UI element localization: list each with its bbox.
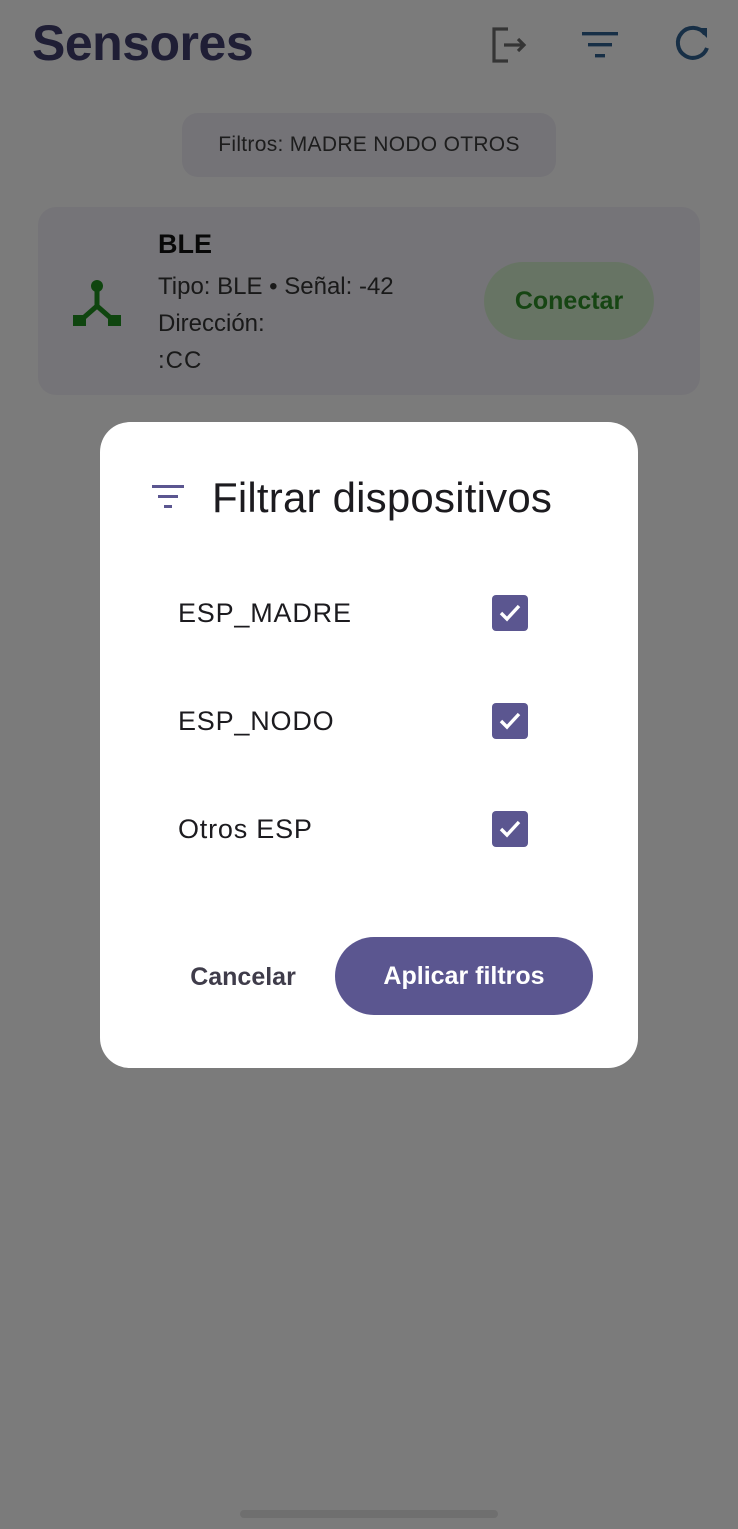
checkbox-madre[interactable] — [492, 595, 528, 631]
filter-dialog: Filtrar dispositivos ESP_MADRE ESP_NODO … — [100, 422, 638, 1068]
check-icon — [499, 712, 521, 730]
filter-option-otros[interactable]: Otros ESP — [178, 799, 528, 859]
dialog-title: Filtrar dispositivos — [212, 474, 553, 521]
apply-filters-button[interactable]: Aplicar filtros — [335, 937, 593, 1015]
checkbox-nodo[interactable] — [492, 703, 528, 739]
check-icon — [499, 820, 521, 838]
filter-list-icon — [148, 482, 188, 512]
filter-option-madre[interactable]: ESP_MADRE — [178, 583, 528, 643]
filter-option-label: ESP_MADRE — [178, 597, 352, 628]
filter-option-label: Otros ESP — [178, 813, 313, 844]
cancel-button[interactable]: Cancelar — [178, 942, 308, 1012]
filter-option-label: ESP_NODO — [178, 705, 335, 736]
checkbox-otros[interactable] — [492, 811, 528, 847]
filter-option-nodo[interactable]: ESP_NODO — [178, 691, 528, 751]
check-icon — [499, 604, 521, 622]
